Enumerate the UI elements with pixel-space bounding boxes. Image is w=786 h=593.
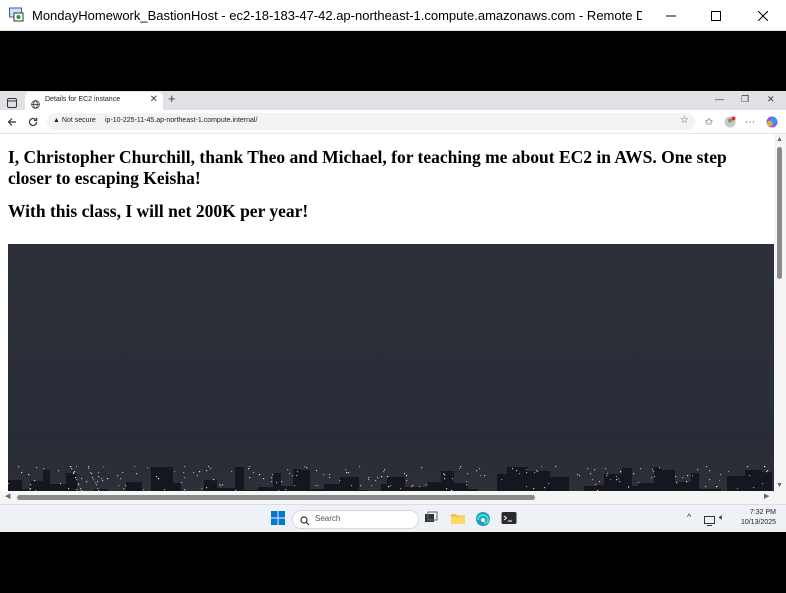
not-secure-indicator[interactable]: ▲ Not secure [53, 117, 96, 124]
horizontal-scrollbar[interactable]: ◀ ▶ [0, 491, 786, 504]
tab-strip: Details for EC2 instance ✕ + — ❐ ✕ [0, 91, 786, 110]
edge-icon[interactable] [475, 511, 491, 527]
rdp-letterbox-top [0, 31, 786, 91]
tab-details-ec2[interactable]: Details for EC2 instance ✕ [25, 92, 163, 110]
favorites-icon[interactable]: ✩ [702, 115, 716, 129]
terminal-icon[interactable] [501, 511, 517, 527]
browser-toolbar: ▲ Not secure ip-10-225-11-45.ap-northeas… [0, 110, 786, 134]
new-tab-button[interactable]: + [168, 91, 176, 106]
scroll-left-icon[interactable]: ◀ [5, 492, 10, 500]
scroll-right-icon[interactable]: ▶ [764, 492, 769, 500]
minimize-icon [666, 15, 676, 16]
windows-taskbar: Search ^ 🔈︎ 7:32 PM 10/13/2025 [0, 504, 786, 532]
browser-minimize-icon[interactable]: — [715, 94, 724, 104]
more-icon[interactable]: ⋯ [743, 115, 757, 129]
address-bar[interactable]: ▲ Not secure ip-10-225-11-45.ap-northeas… [47, 113, 695, 130]
search-icon [300, 513, 310, 531]
browser-window: Details for EC2 instance ✕ + — ❐ ✕ ▲ Not… [0, 91, 786, 504]
taskbar-search[interactable]: Search [292, 510, 419, 529]
scroll-up-icon[interactable]: ▲ [776, 136, 783, 143]
horizontal-scroll-thumb[interactable] [17, 495, 535, 500]
security-label: Not secure [61, 117, 96, 124]
page-content: I, Christopher Churchill, thank Theo and… [0, 134, 774, 491]
profile-icon[interactable] [723, 115, 737, 129]
task-view-icon[interactable] [424, 511, 440, 527]
star-icon[interactable]: ☆ [680, 115, 689, 126]
file-explorer-icon[interactable] [450, 511, 466, 527]
back-icon[interactable] [5, 115, 19, 129]
vertical-scrollbar[interactable]: ▲ ▼ [774, 134, 786, 491]
maximize-button[interactable] [693, 0, 739, 31]
network-icon[interactable] [704, 513, 716, 531]
clock-date: 10/13/2025 [740, 519, 776, 526]
browser-close-icon[interactable]: ✕ [767, 94, 775, 105]
city-skyline-image [8, 244, 774, 491]
rdp-letterbox-bottom [0, 532, 786, 593]
scroll-down-icon[interactable]: ▼ [776, 482, 783, 489]
url-text[interactable]: ip-10-225-11-45.ap-northeast-1.compute.i… [105, 117, 257, 124]
warning-icon: ▲ [53, 117, 60, 124]
remote-desktop-icon [9, 7, 24, 22]
rdp-title-bar[interactable]: MondayHomework_BastionHost - ec2-18-183-… [0, 0, 786, 31]
tab-title: Details for EC2 instance [45, 96, 121, 103]
minimize-button[interactable] [648, 0, 694, 31]
close-icon [758, 10, 768, 21]
tab-close-icon[interactable]: ✕ [150, 94, 158, 105]
maximize-icon [711, 10, 721, 21]
rdp-window-title: MondayHomework_BastionHost - ec2-18-183-… [32, 8, 642, 23]
copilot-icon[interactable] [765, 115, 779, 129]
close-button[interactable] [740, 0, 786, 31]
search-placeholder: Search [315, 514, 341, 523]
clock-time: 7:32 PM [749, 509, 776, 516]
vertical-scroll-thumb[interactable] [777, 147, 782, 279]
clock[interactable]: 7:32 PM 10/13/2025 [740, 508, 776, 528]
browser-restore-icon[interactable]: ❐ [741, 94, 749, 105]
chevron-up-icon[interactable]: ^ [687, 512, 691, 522]
volume-icon[interactable]: 🔈︎ [719, 512, 724, 523]
page-heading-2: With this class, I will net 200K per yea… [8, 201, 309, 221]
windows-start-icon[interactable] [271, 511, 287, 527]
page-heading-1: I, Christopher Churchill, thank Theo and… [8, 147, 727, 188]
refresh-icon[interactable] [26, 115, 40, 129]
